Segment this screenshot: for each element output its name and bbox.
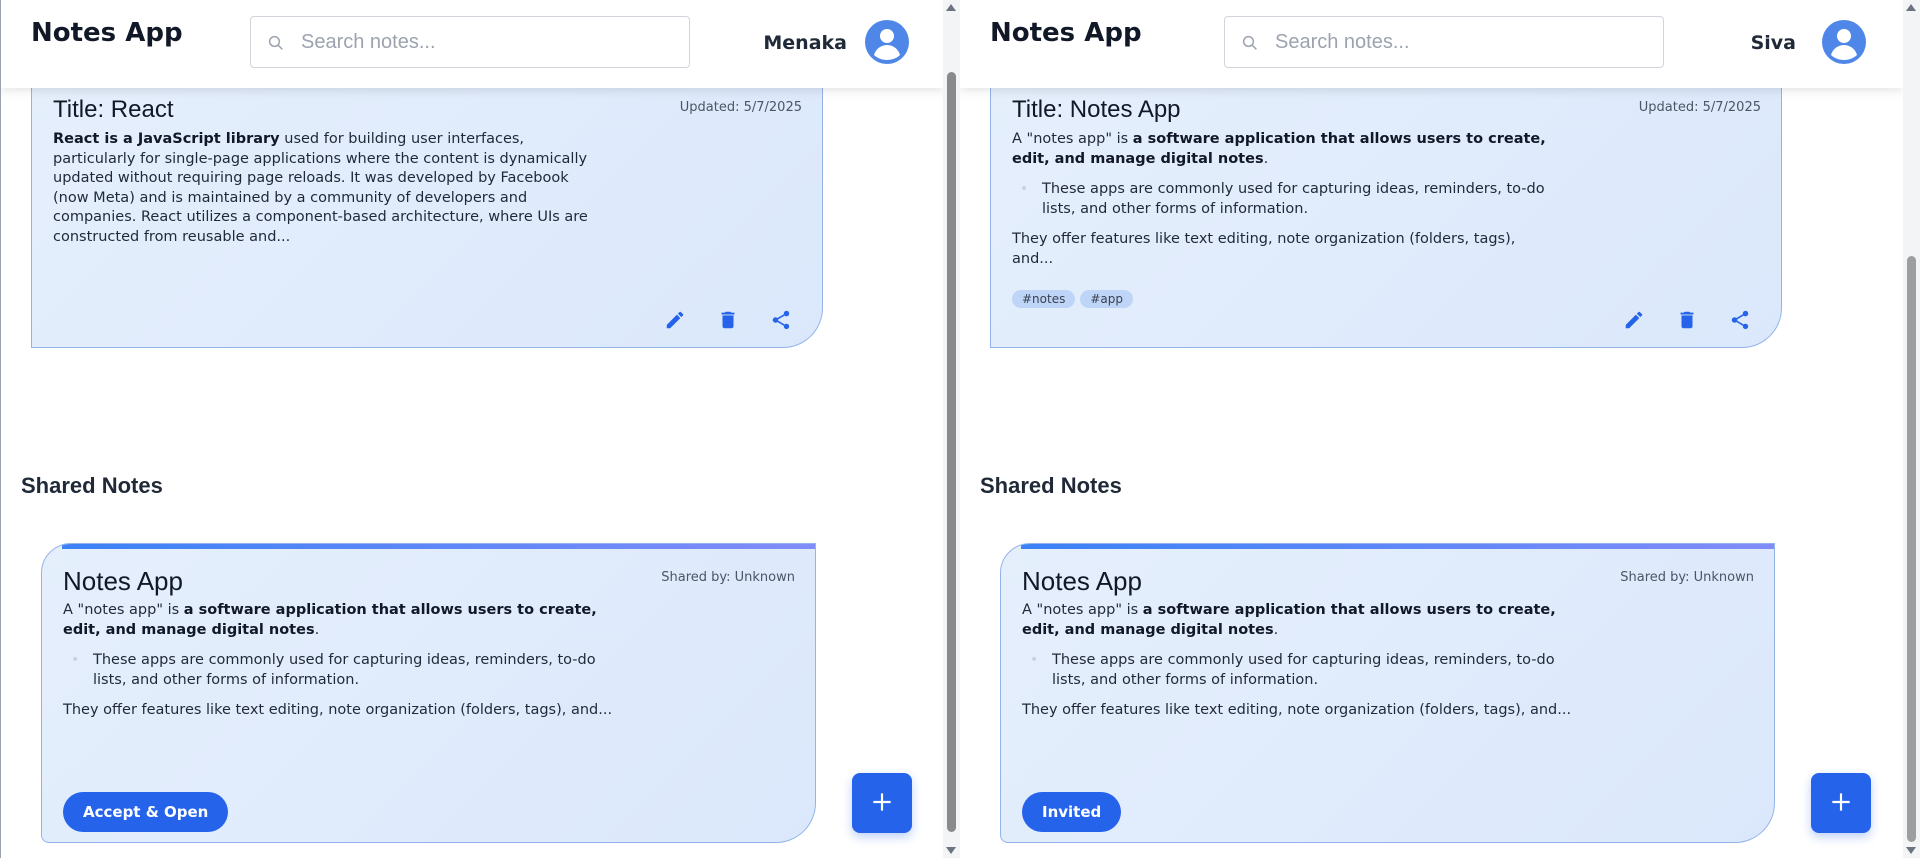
scroll-up-arrow[interactable] xyxy=(1906,4,1916,11)
intro-end: . xyxy=(314,621,320,638)
shared-outro: They offer features like text editing, n… xyxy=(1022,702,1572,718)
user-icon xyxy=(1831,29,1857,60)
app-title: Notes App xyxy=(31,18,183,48)
right-scrollbar[interactable] xyxy=(1903,0,1920,858)
accept-open-button[interactable]: Accept & Open xyxy=(63,792,229,832)
shared-note-title: Notes App xyxy=(63,566,183,596)
search-icon xyxy=(268,35,283,50)
shared-intro: A "notes app" is a software application … xyxy=(1022,601,1582,640)
right-window: Title: Notes App Updated: 5/7/2025 A "no… xyxy=(960,0,1903,858)
note-actions xyxy=(1622,308,1751,331)
pencil-icon xyxy=(1625,311,1642,328)
intro-plain: A "notes app" is xyxy=(1022,602,1143,618)
bullet-item: These apps are commonly used for capturi… xyxy=(1030,651,1582,690)
share-icon xyxy=(772,310,789,329)
scroll-down-arrow[interactable] xyxy=(946,847,956,854)
plus-icon xyxy=(1832,792,1850,811)
username-label: Siva xyxy=(1750,32,1796,54)
shared-note-title: Notes App xyxy=(1022,566,1142,596)
intro-end: . xyxy=(1263,150,1269,167)
shared-note-card[interactable]: Notes App Shared by: Unknown A "notes ap… xyxy=(41,543,816,843)
shared-note-body: A "notes app" is a software application … xyxy=(63,601,623,721)
note-body-text: used for building user interfaces, parti… xyxy=(53,131,588,245)
shared-notes-heading: Shared Notes xyxy=(21,473,163,498)
add-note-button[interactable] xyxy=(1811,773,1871,833)
edit-button[interactable] xyxy=(663,308,686,331)
scroll-up-arrow[interactable] xyxy=(946,4,956,11)
share-button[interactable] xyxy=(1728,308,1751,331)
search-box[interactable] xyxy=(250,16,690,68)
pencil-icon xyxy=(666,311,683,328)
intro-plain: A "notes app" is xyxy=(63,602,184,618)
app-title: Notes App xyxy=(990,18,1142,48)
search-icon xyxy=(1242,35,1257,50)
share-button[interactable] xyxy=(769,308,792,331)
note-body: React is a JavaScript library used for b… xyxy=(53,130,593,247)
username-label: Menaka xyxy=(763,32,847,54)
share-icon xyxy=(1731,310,1748,329)
note-actions xyxy=(663,308,792,331)
intro-plain: A "notes app" is xyxy=(1012,131,1133,147)
shared-bullets: These apps are commonly used for capturi… xyxy=(71,651,623,690)
card-accent-bar xyxy=(1021,544,1774,549)
note-updated-date: Updated: 5/7/2025 xyxy=(1638,100,1761,115)
shared-outro: They offer features like text editing, n… xyxy=(63,702,613,718)
shared-intro: A "notes app" is a software application … xyxy=(63,601,623,640)
split-screen: Title: React Updated: 5/7/2025 React is … xyxy=(0,0,1920,858)
card-accent-bar xyxy=(62,544,815,549)
scroll-down-arrow[interactable] xyxy=(1906,847,1916,854)
trash-icon xyxy=(1680,311,1693,328)
search-input[interactable] xyxy=(1275,27,1645,57)
avatar[interactable] xyxy=(865,20,909,64)
app-header: Notes App Menaka xyxy=(1,0,943,88)
app-header: Notes App Siva xyxy=(960,0,1903,88)
avatar[interactable] xyxy=(1822,20,1866,64)
note-body-bold: React is a JavaScript library xyxy=(53,131,280,147)
invited-button[interactable]: Invited xyxy=(1022,792,1122,832)
search-input[interactable] xyxy=(301,27,671,57)
bullet-item: These apps are commonly used for capturi… xyxy=(1020,180,1552,219)
bullet-item: These apps are commonly used for capturi… xyxy=(71,651,623,690)
note-updated-date: Updated: 5/7/2025 xyxy=(679,100,802,115)
shared-notes-heading: Shared Notes xyxy=(980,473,1122,498)
shared-bullets: These apps are commonly used for capturi… xyxy=(1030,651,1582,690)
edit-button[interactable] xyxy=(1622,308,1645,331)
shared-by-label: Shared by: Unknown xyxy=(661,570,795,585)
shared-note-body: A "notes app" is a software application … xyxy=(1022,601,1582,721)
trash-icon xyxy=(721,311,734,328)
delete-button[interactable] xyxy=(1675,308,1698,331)
note-tags: #notes #app xyxy=(1012,288,1138,308)
left-scrollbar[interactable] xyxy=(943,0,960,858)
note-body: A "notes app" is a software application … xyxy=(1012,130,1552,269)
shared-note-card[interactable]: Notes App Shared by: Unknown A "notes ap… xyxy=(1000,543,1775,843)
add-note-button[interactable] xyxy=(852,773,912,833)
note-outro: They offer features like text editing, n… xyxy=(1012,231,1516,267)
note-title: Title: React xyxy=(53,96,174,123)
intro-end: . xyxy=(1273,621,1279,638)
search-box[interactable] xyxy=(1224,16,1664,68)
shared-by-label: Shared by: Unknown xyxy=(1620,570,1754,585)
user-icon xyxy=(874,29,900,60)
left-window: Title: React Updated: 5/7/2025 React is … xyxy=(0,0,943,858)
tag-chip[interactable]: #app xyxy=(1080,290,1133,308)
delete-button[interactable] xyxy=(716,308,739,331)
note-title: Title: Notes App xyxy=(1012,96,1181,123)
scrollbar-thumb[interactable] xyxy=(947,72,956,832)
note-intro: A "notes app" is a software application … xyxy=(1012,130,1552,169)
note-card[interactable]: Title: React Updated: 5/7/2025 React is … xyxy=(31,80,823,348)
scrollbar-thumb[interactable] xyxy=(1907,256,1916,842)
plus-icon xyxy=(873,792,891,811)
tag-chip[interactable]: #notes xyxy=(1012,290,1076,308)
note-bullets: These apps are commonly used for capturi… xyxy=(1020,180,1552,219)
note-card[interactable]: Title: Notes App Updated: 5/7/2025 A "no… xyxy=(990,80,1782,348)
